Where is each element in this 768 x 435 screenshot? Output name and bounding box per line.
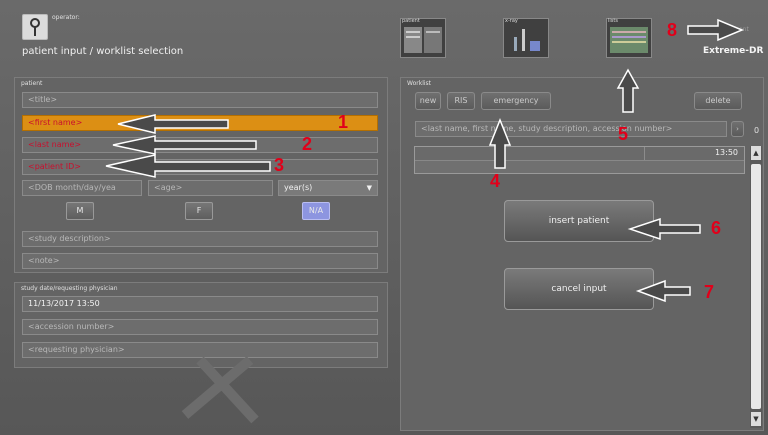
arrow-5-icon: [616, 68, 640, 113]
app-window: operator: patient input / worklist selec…: [0, 0, 768, 435]
arrow-1-icon: [117, 114, 229, 134]
arrow-4-icon: [488, 117, 512, 169]
arrow-6-icon: [627, 217, 701, 241]
annotation-label: 7: [704, 282, 715, 302]
annotation-label: 6: [711, 218, 722, 238]
annotation-label: 1: [338, 112, 349, 132]
arrow-2-icon: [112, 135, 257, 155]
arrow-3-icon: [105, 154, 271, 178]
annotation-label: 3: [274, 155, 285, 175]
arrow-8-icon: [687, 18, 744, 42]
annotation-label: 8: [667, 20, 678, 40]
annotation-arrows: [105, 18, 744, 303]
annotation-label: 5: [618, 124, 629, 144]
annotation-label: 4: [490, 171, 501, 191]
annotation-label: 2: [302, 134, 313, 154]
arrow-7-icon: [635, 279, 691, 303]
